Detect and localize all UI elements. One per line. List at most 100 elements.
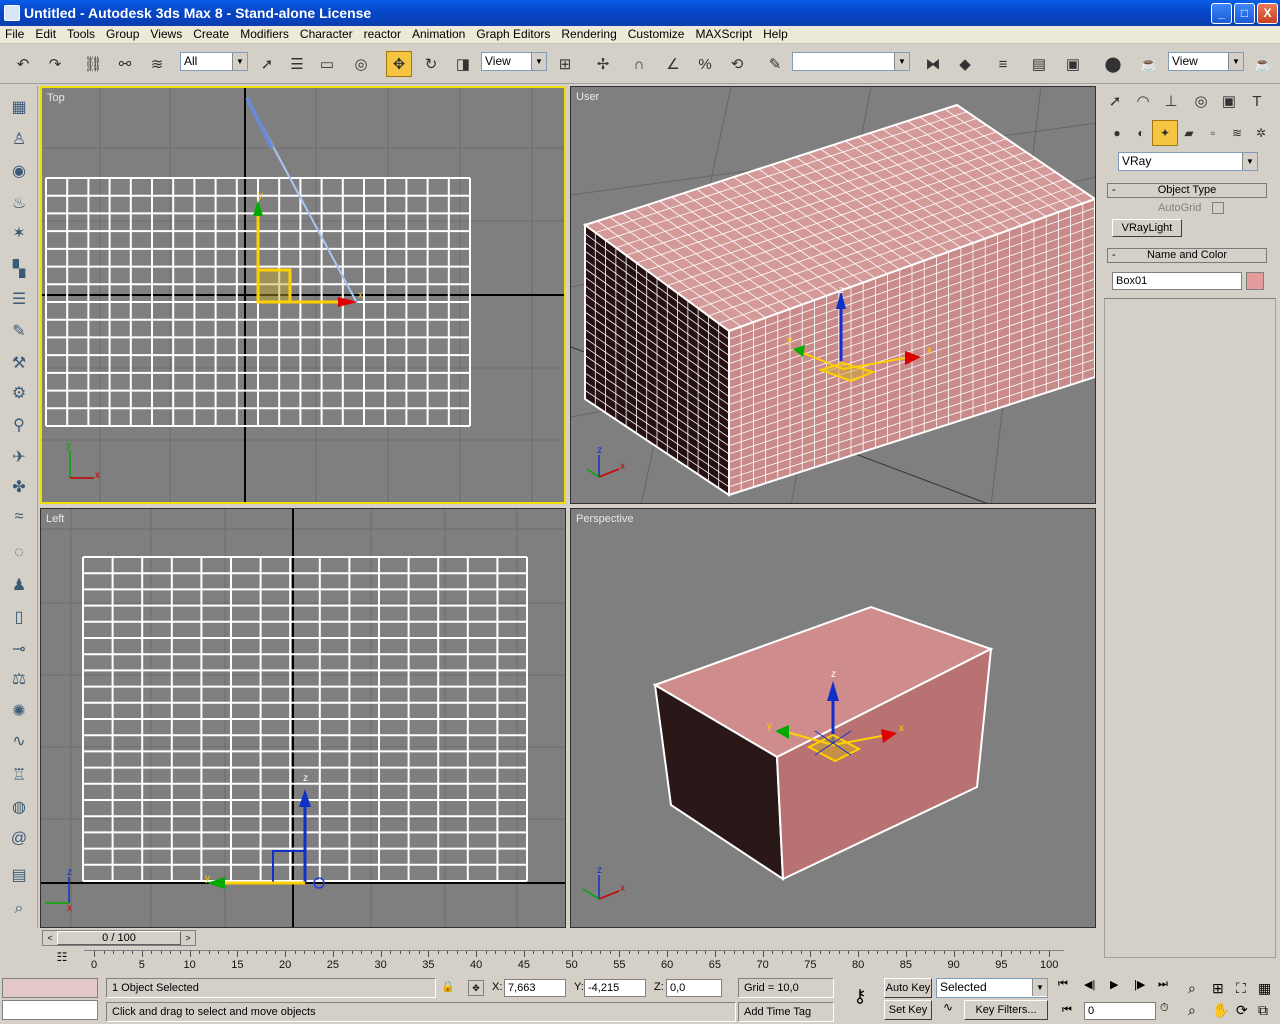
- shapes-icon[interactable]: ◐: [1128, 120, 1154, 146]
- menu-character[interactable]: Character: [295, 26, 359, 43]
- lock-selection-icon[interactable]: 🔒: [440, 980, 456, 996]
- mirror-icon[interactable]: ⧓: [920, 51, 946, 77]
- selection-filter-dropdown[interactable]: All ▼: [180, 52, 248, 71]
- motion-tab-icon[interactable]: ◎: [1188, 88, 1214, 114]
- pin-icon[interactable]: ⚲: [6, 412, 32, 438]
- pen-icon[interactable]: ✎: [6, 318, 32, 344]
- spacewarps-icon[interactable]: ≋: [1224, 120, 1250, 146]
- maxscript-input[interactable]: [2, 1000, 98, 1020]
- absolute-mode-icon[interactable]: ✥: [468, 980, 484, 996]
- unlink-icon[interactable]: ⚯: [112, 51, 138, 77]
- checker-icon[interactable]: ▚: [6, 256, 32, 282]
- cloth-icon[interactable]: ♖: [6, 762, 32, 788]
- star-icon[interactable]: ✶: [6, 220, 32, 246]
- time-slider[interactable]: < 0 / 100 >: [42, 930, 196, 946]
- magnify-icon[interactable]: ⌕: [6, 896, 32, 922]
- viewport-left[interactable]: z y z x Left: [40, 508, 566, 928]
- viewport-label-top[interactable]: Top: [47, 92, 65, 104]
- redo-icon[interactable]: ↷: [42, 51, 68, 77]
- key-icon[interactable]: ⚷: [842, 986, 878, 1010]
- menu-create[interactable]: Create: [188, 26, 235, 43]
- time-config-icon[interactable]: ⏱: [1160, 1002, 1178, 1020]
- key-mode-dropdown[interactable]: Selected ▼: [936, 978, 1048, 998]
- viewport-label-user[interactable]: User: [576, 91, 599, 103]
- boxes-icon[interactable]: ▦: [6, 94, 32, 120]
- wave-icon[interactable]: ≈: [6, 504, 32, 530]
- z-coordinate-field[interactable]: 0,0: [666, 979, 722, 997]
- manipulate-icon[interactable]: ✢: [590, 51, 616, 77]
- previous-frame-icon[interactable]: ◀|: [1084, 978, 1095, 991]
- globe-icon[interactable]: ◍: [6, 794, 32, 820]
- default-tangent-icon[interactable]: ∿: [936, 1000, 960, 1020]
- maxscript-listener-mini[interactable]: [2, 978, 98, 998]
- lights-icon[interactable]: ✦: [1152, 120, 1178, 146]
- category-dropdown[interactable]: VRay ▼: [1118, 152, 1258, 171]
- figure-icon[interactable]: ♟: [6, 572, 32, 598]
- menu-edit[interactable]: Edit: [30, 26, 62, 43]
- menu-maxscript[interactable]: MAXScript: [690, 26, 758, 43]
- set-key-button[interactable]: Set Key: [884, 1000, 932, 1020]
- x-coordinate-field[interactable]: 7,663: [504, 979, 566, 997]
- y-coordinate-field[interactable]: -4,215: [584, 979, 646, 997]
- material-editor-icon[interactable]: ⬤: [1100, 51, 1126, 77]
- zoom-extents-icon[interactable]: ⛶: [1236, 980, 1246, 997]
- plane-icon[interactable]: ✈: [6, 444, 32, 470]
- menu-help[interactable]: Help: [758, 26, 794, 43]
- link-icon[interactable]: ⛓: [80, 51, 106, 77]
- layer-manager-icon[interactable]: ≡: [990, 51, 1016, 77]
- motor-icon[interactable]: ✺: [6, 698, 32, 724]
- zoom-all-icon[interactable]: ⊞: [1212, 980, 1224, 997]
- minimize-button[interactable]: _: [1211, 3, 1232, 24]
- modify-tab-icon[interactable]: ◠: [1130, 88, 1156, 114]
- quick-render-icon[interactable]: ☕: [1250, 51, 1276, 77]
- hinge-icon[interactable]: ⊸: [6, 636, 32, 662]
- menu-customize[interactable]: Customize: [623, 26, 691, 43]
- window-crossing-icon[interactable]: ◎: [348, 51, 374, 77]
- render-type-dropdown[interactable]: View ▼: [1168, 52, 1244, 71]
- viewport-user[interactable]: z x y z x User: [570, 86, 1096, 504]
- zoom-extents-all-icon[interactable]: ▦: [1258, 980, 1271, 997]
- go-to-start-icon[interactable]: ⏮: [1058, 978, 1068, 991]
- curve-editor-icon[interactable]: ▤: [1026, 51, 1052, 77]
- named-selection-dropdown[interactable]: ▼: [792, 52, 910, 71]
- add-time-tag-button[interactable]: Add Time Tag: [738, 1002, 834, 1022]
- region-zoom-icon[interactable]: ⌕: [1188, 1002, 1196, 1019]
- rectangular-selection-icon[interactable]: ▭: [314, 51, 340, 77]
- current-frame-field[interactable]: 0: [1084, 1002, 1156, 1020]
- object-type-rollout[interactable]: - Object Type: [1107, 183, 1267, 198]
- systems-icon[interactable]: ✲: [1248, 120, 1274, 146]
- select-by-name-icon[interactable]: ☰: [284, 51, 310, 77]
- close-button[interactable]: X: [1257, 3, 1278, 24]
- menu-modifiers[interactable]: Modifiers: [235, 26, 295, 43]
- edit-named-selection-icon[interactable]: ✎: [762, 51, 788, 77]
- maximize-viewport-icon[interactable]: ⧉: [1258, 1002, 1268, 1019]
- arc-rotate-icon[interactable]: ⟳: [1236, 1002, 1248, 1019]
- hierarchy-tab-icon[interactable]: ⊥: [1158, 88, 1184, 114]
- viewport-perspective[interactable]: z x y z x Perspective: [570, 508, 1096, 928]
- schematic-view-icon[interactable]: ▣: [1060, 51, 1086, 77]
- spinner-snap-icon[interactable]: ⟲: [724, 51, 750, 77]
- joint-icon[interactable]: ⚖: [6, 666, 32, 692]
- angle-snap-icon[interactable]: ∠: [660, 51, 686, 77]
- zoom-icon[interactable]: ⌕: [1188, 980, 1196, 997]
- helpers-icon[interactable]: ▫: [1200, 120, 1226, 146]
- gear-icon[interactable]: ⚙: [6, 380, 32, 406]
- auto-key-button[interactable]: Auto Key: [884, 978, 932, 998]
- pan-icon[interactable]: ✋: [1212, 1002, 1229, 1019]
- pivot-center-icon[interactable]: ⊞: [552, 51, 578, 77]
- time-slider-thumb[interactable]: 0 / 100: [57, 931, 181, 945]
- align-icon[interactable]: ◆: [952, 51, 978, 77]
- render-scene-icon[interactable]: ☕: [1136, 51, 1162, 77]
- wrench-icon[interactable]: ⚒: [6, 350, 32, 376]
- select-move-icon[interactable]: ✥: [386, 51, 412, 77]
- reference-coordinate-dropdown[interactable]: View ▼: [481, 52, 547, 71]
- bind-spacewarp-icon[interactable]: ≋: [144, 51, 170, 77]
- menu-views[interactable]: Views: [145, 26, 188, 43]
- display-tab-icon[interactable]: ▣: [1216, 88, 1242, 114]
- stack-icon[interactable]: ☰: [6, 286, 32, 312]
- menu-group[interactable]: Group: [101, 26, 145, 43]
- script-icon[interactable]: ▤: [6, 862, 32, 888]
- menu-file[interactable]: File: [0, 26, 30, 43]
- object-color-swatch[interactable]: [1246, 272, 1264, 290]
- object-name-field[interactable]: Box01: [1112, 272, 1242, 290]
